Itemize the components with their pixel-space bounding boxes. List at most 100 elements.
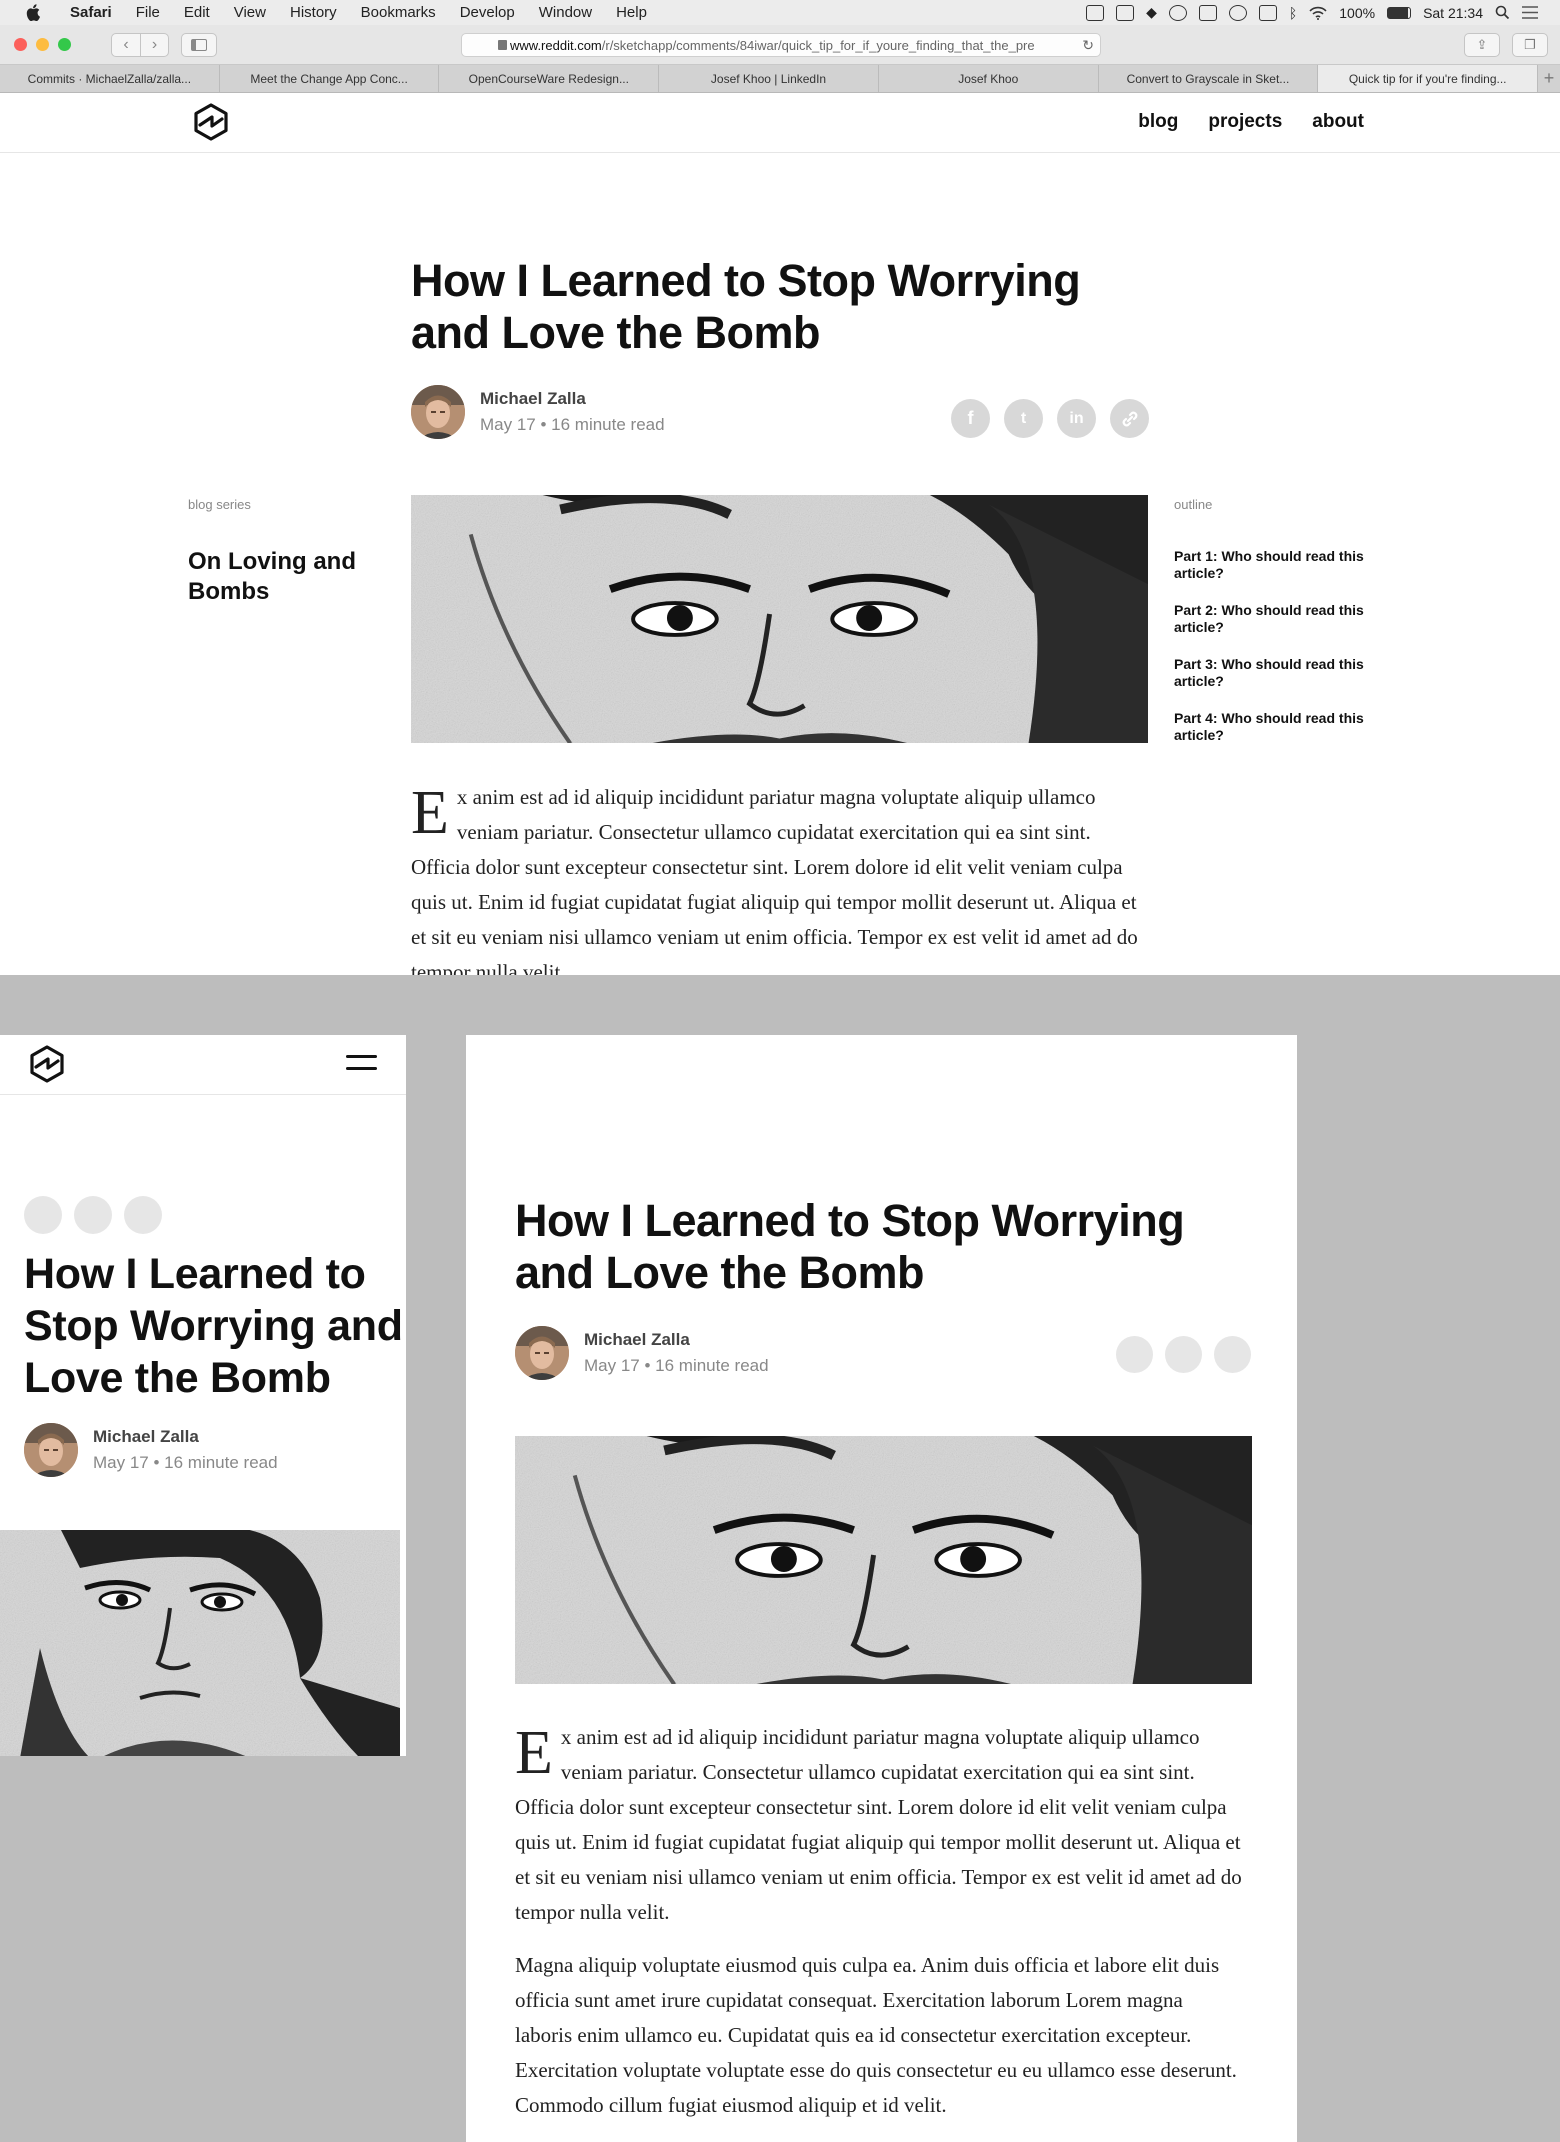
- outline-item[interactable]: Part 4: Who should read this article?: [1174, 710, 1374, 744]
- address-bar[interactable]: www.reddit.com/r/sketchapp/comments/84iw…: [461, 33, 1101, 57]
- menu-bookmarks[interactable]: Bookmarks: [349, 0, 448, 25]
- tab-opencourseware[interactable]: OpenCourseWare Redesign...: [439, 65, 660, 92]
- paragraph-text: x anim est ad id aliquip incididunt pari…: [515, 1725, 1242, 1924]
- grid-icon[interactable]: [1116, 4, 1135, 21]
- zoom-window-button[interactable]: [58, 38, 71, 51]
- tab-change-app[interactable]: Meet the Change App Conc...: [220, 65, 440, 92]
- copyright-icon[interactable]: [1198, 4, 1217, 21]
- nav-projects[interactable]: projects: [1208, 111, 1282, 133]
- mobile-header: [0, 1035, 406, 1095]
- tab-grayscale[interactable]: Convert to Grayscale in Sket...: [1099, 65, 1319, 92]
- tablet-page: How I Learned to Stop Worrying and Love …: [466, 1035, 1297, 2142]
- share-buttons: [24, 1196, 162, 1234]
- site-logo-icon[interactable]: [27, 1044, 67, 1084]
- dropbox-icon[interactable]: ◆: [1146, 4, 1157, 21]
- menu-file[interactable]: File: [124, 0, 172, 25]
- post-meta: May 17 • 16 minute read: [480, 415, 665, 434]
- series-title[interactable]: On Loving and Bombs: [188, 547, 388, 607]
- menu-view[interactable]: View: [222, 0, 278, 25]
- share-buttons: [1116, 1336, 1251, 1373]
- paragraph-text: x anim est ad id aliquip incididunt pari…: [411, 785, 1138, 975]
- menu-help[interactable]: Help: [604, 0, 659, 25]
- wifi-icon[interactable]: [1309, 6, 1327, 20]
- do-not-disturb-icon[interactable]: [1228, 4, 1247, 21]
- toolbar-right: ⇪ ❐: [1464, 33, 1548, 57]
- hero-image: [0, 1530, 400, 1756]
- airplay-icon[interactable]: [1258, 4, 1277, 21]
- outline-item[interactable]: Part 1: Who should read this article?: [1174, 548, 1374, 582]
- minimize-window-button[interactable]: [36, 38, 49, 51]
- desktop-page: blog projects about How I Learned to Sto…: [0, 93, 1560, 975]
- share-placeholder-icon[interactable]: [124, 1196, 162, 1234]
- mobile-page: How I Learned to Stop Worrying and Love …: [0, 1035, 406, 1756]
- sidebar-icon: [191, 38, 207, 51]
- author-name[interactable]: Michael Zalla: [584, 1330, 769, 1350]
- menu-history[interactable]: History: [278, 0, 349, 25]
- facebook-icon[interactable]: f: [951, 399, 990, 438]
- share-placeholder-icon[interactable]: [74, 1196, 112, 1234]
- share-buttons: f t in: [951, 399, 1149, 438]
- reload-icon[interactable]: ↻: [1082, 37, 1094, 54]
- clock[interactable]: Sat 21:34: [1423, 5, 1483, 21]
- author-byline: Michael Zalla May 17 • 16 minute read: [515, 1326, 769, 1380]
- share-icon[interactable]: ⇪: [1464, 33, 1500, 57]
- avatar[interactable]: [515, 1326, 569, 1380]
- linkedin-icon[interactable]: in: [1057, 399, 1096, 438]
- avatar[interactable]: [24, 1423, 78, 1477]
- menu-edit[interactable]: Edit: [172, 0, 222, 25]
- nav-blog[interactable]: blog: [1138, 111, 1178, 133]
- outline-item[interactable]: Part 2: Who should read this article?: [1174, 602, 1374, 636]
- menu-window[interactable]: Window: [527, 0, 604, 25]
- paragraph: Ex anim est ad id aliquip incididunt par…: [515, 1720, 1245, 1930]
- twitter-icon[interactable]: t: [1004, 399, 1043, 438]
- series-label: blog series: [188, 497, 251, 512]
- back-icon[interactable]: ‹: [112, 34, 140, 56]
- close-window-button[interactable]: [14, 38, 27, 51]
- forward-icon[interactable]: ›: [140, 33, 168, 56]
- drop-cap: E: [411, 779, 449, 847]
- tab-josef-khoo[interactable]: Josef Khoo: [879, 65, 1099, 92]
- outline-list: Part 1: Who should read this article? Pa…: [1174, 548, 1374, 764]
- password-icon[interactable]: [1168, 4, 1187, 21]
- author-name[interactable]: Michael Zalla: [480, 389, 665, 409]
- menu-develop[interactable]: Develop: [448, 0, 527, 25]
- paragraph: Ex anim est ad id aliquip incididunt par…: [411, 780, 1141, 975]
- battery-icon[interactable]: [1387, 6, 1412, 19]
- tab-quick-tip[interactable]: Quick tip for if you're finding...: [1318, 65, 1539, 92]
- pen-tablet-icon[interactable]: [1086, 4, 1105, 21]
- link-icon[interactable]: [1110, 399, 1149, 438]
- url-domain: www.reddit.com: [510, 37, 602, 53]
- sidebar-toggle-button[interactable]: [181, 32, 217, 57]
- tab-bar: Commits · MichaelZalla/zalla... Meet the…: [0, 65, 1560, 93]
- site-logo-icon[interactable]: [191, 102, 231, 142]
- menu-app-name[interactable]: Safari: [58, 0, 124, 25]
- macos-menu-bar: Safari File Edit View History Bookmarks …: [0, 0, 1560, 25]
- browser-toolbar: ‹ › www.reddit.com/r/sketchapp/comments/…: [0, 25, 1560, 65]
- spotlight-icon[interactable]: [1495, 5, 1510, 20]
- new-tab-icon[interactable]: +: [1538, 65, 1560, 92]
- outline-label: outline: [1174, 497, 1213, 512]
- status-area: ◆ ᛒ 100% Sat 21:34: [1086, 4, 1560, 21]
- site-header: blog projects about: [0, 93, 1560, 153]
- tab-commits[interactable]: Commits · MichaelZalla/zalla...: [0, 65, 220, 92]
- outline-item[interactable]: Part 3: Who should read this article?: [1174, 656, 1374, 690]
- author-byline: Michael Zalla May 17 • 16 minute read: [24, 1423, 278, 1477]
- notification-center-icon[interactable]: [1522, 6, 1538, 19]
- avatar[interactable]: [411, 385, 465, 439]
- share-placeholder-icon[interactable]: [1165, 1336, 1202, 1373]
- share-placeholder-icon[interactable]: [1214, 1336, 1251, 1373]
- bluetooth-icon[interactable]: ᛒ: [1289, 5, 1297, 21]
- author-name[interactable]: Michael Zalla: [93, 1427, 278, 1447]
- apple-menu-icon[interactable]: [22, 0, 44, 25]
- hero-image: [411, 495, 1148, 743]
- drop-cap: E: [515, 1719, 553, 1787]
- menu-icon[interactable]: [346, 1055, 377, 1075]
- share-placeholder-icon[interactable]: [24, 1196, 62, 1234]
- post-meta: May 17 • 16 minute read: [584, 1356, 769, 1375]
- show-tabs-icon[interactable]: ❐: [1512, 33, 1548, 57]
- history-nav: ‹ ›: [111, 32, 169, 57]
- nav-about[interactable]: about: [1312, 111, 1364, 133]
- tab-linkedin[interactable]: Josef Khoo | LinkedIn: [659, 65, 879, 92]
- share-placeholder-icon[interactable]: [1116, 1336, 1153, 1373]
- article-body: Ex anim est ad id aliquip incididunt par…: [515, 1720, 1245, 2123]
